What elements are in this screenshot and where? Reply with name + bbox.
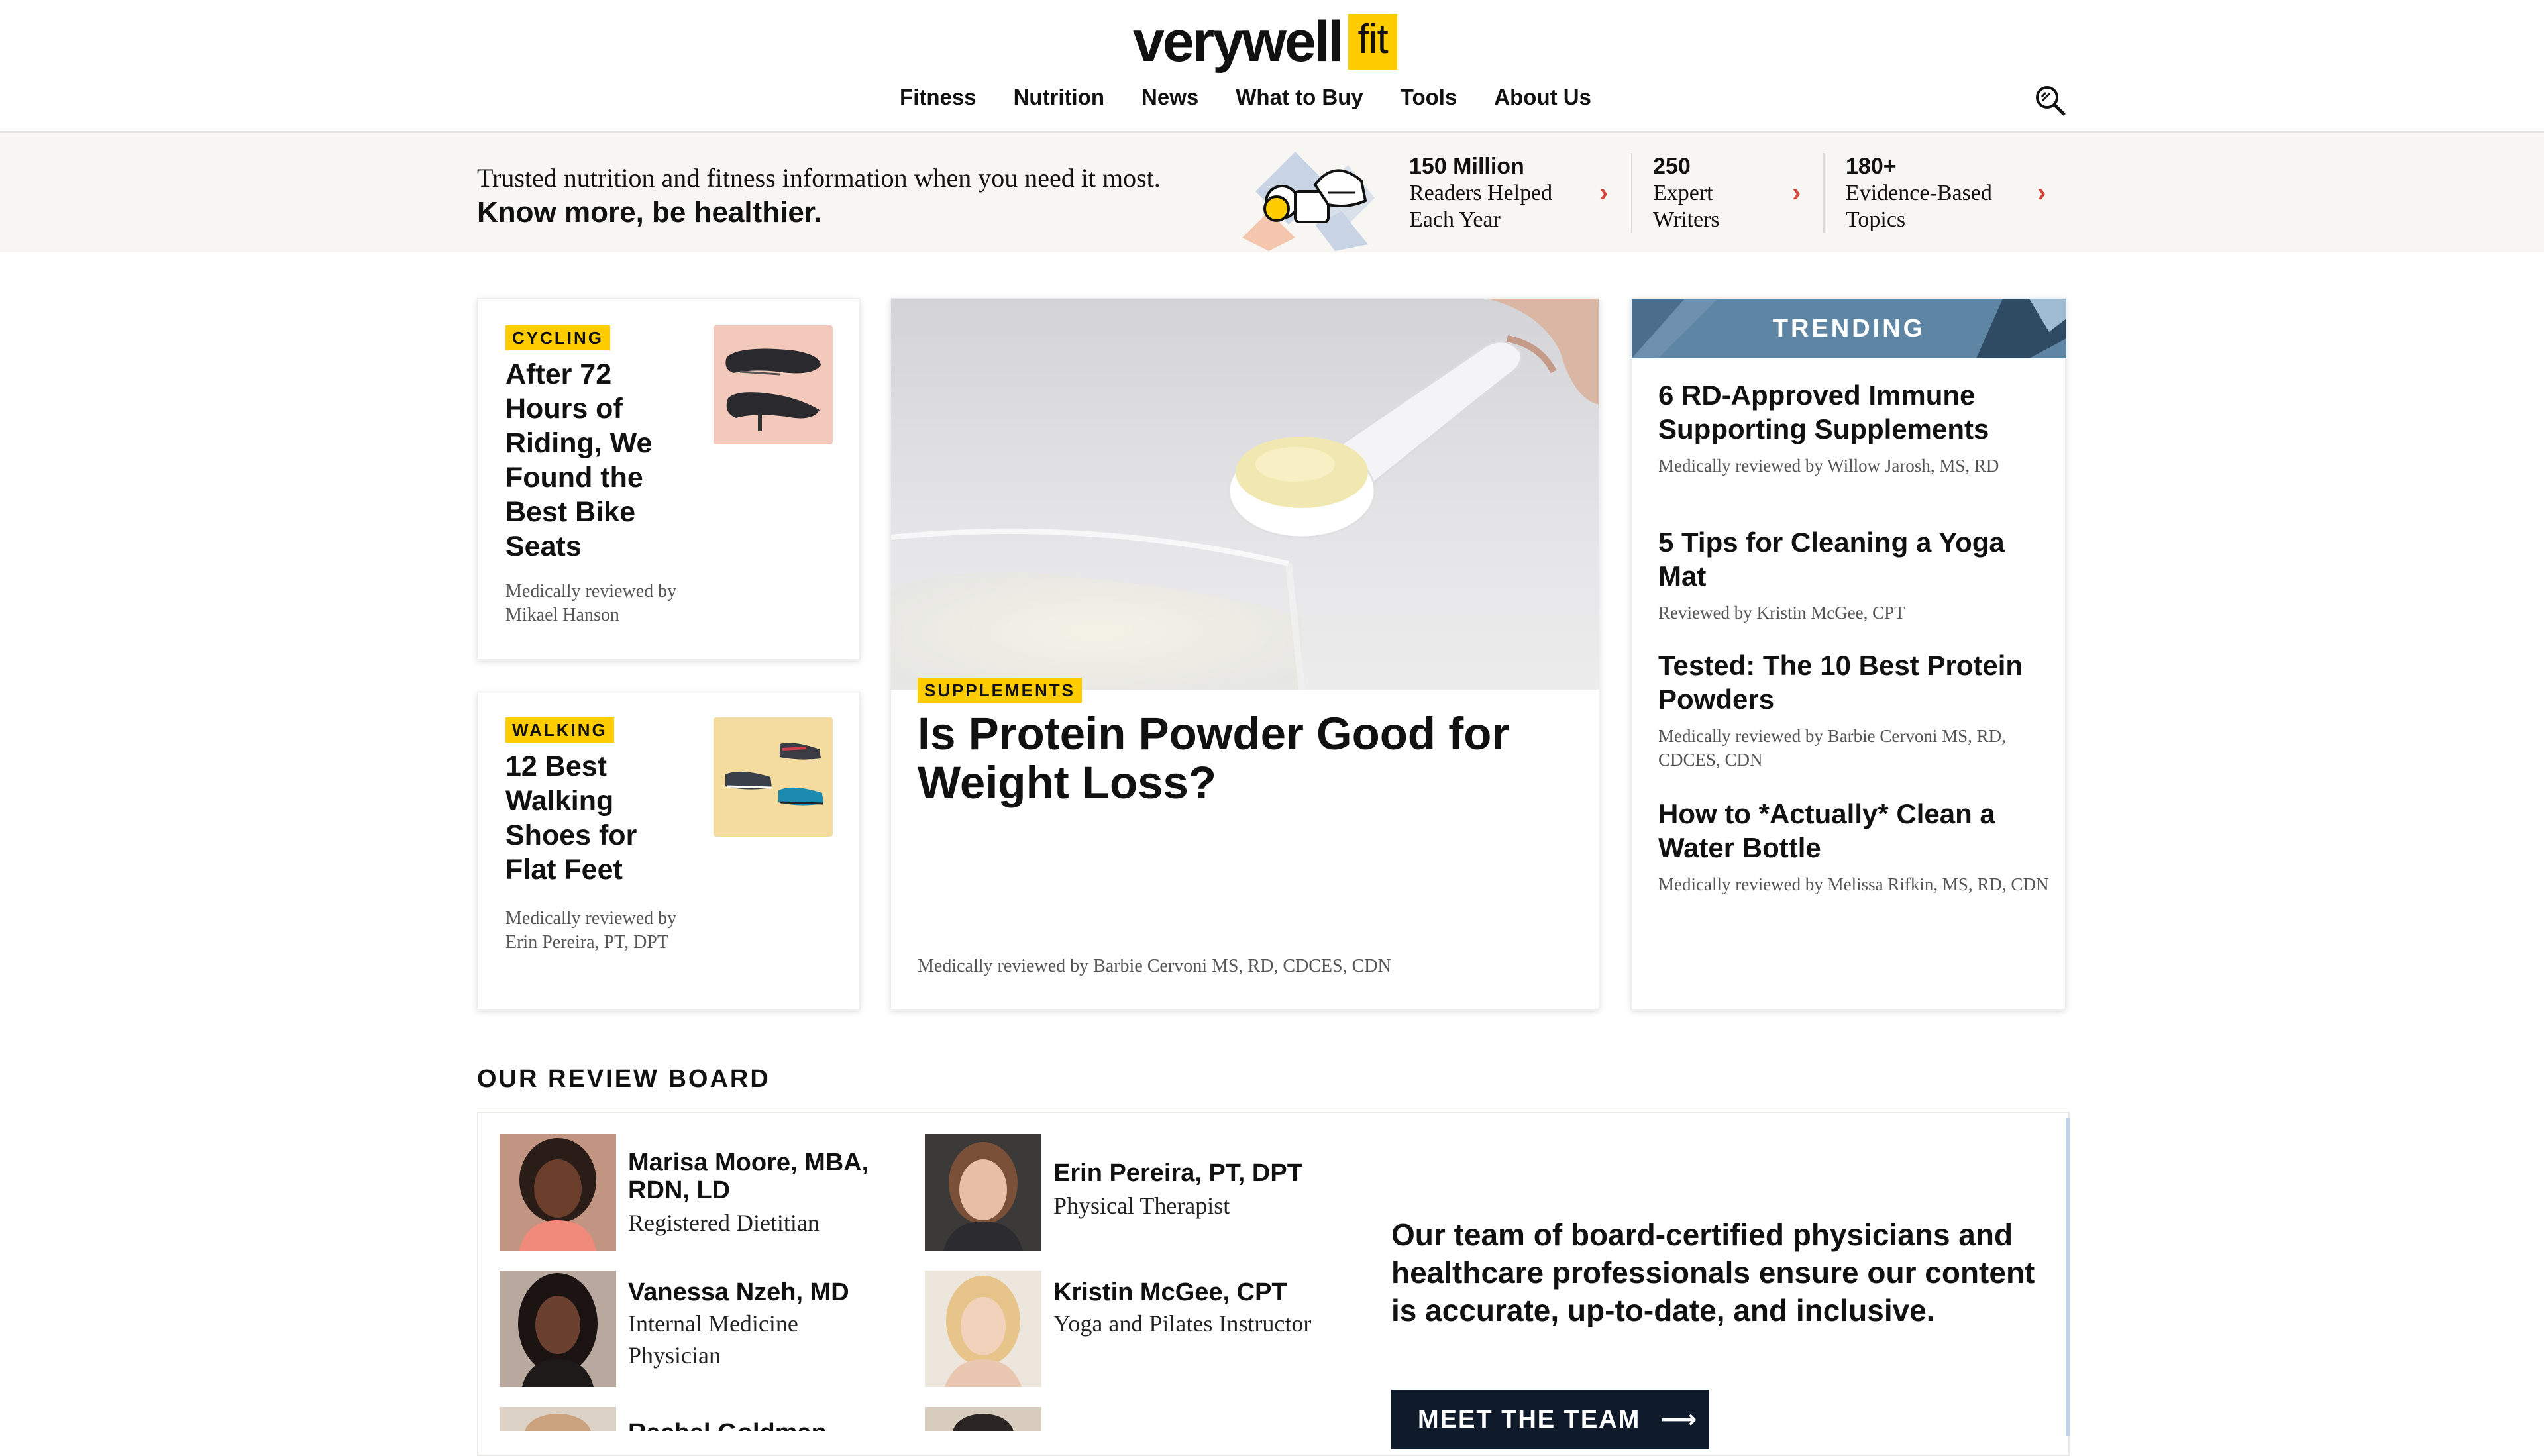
meet-the-team-button[interactable]: MEET THE TEAM ⟶ — [1391, 1390, 1709, 1449]
trending-item[interactable]: 5 Tips for Cleaning a Yoga Mat Reviewed … — [1658, 525, 2049, 625]
stat-divider — [1823, 153, 1825, 233]
featured-article-card[interactable]: SUPPLEMENTS Is Protein Powder Good for W… — [890, 298, 1599, 1010]
article-byline: Medically reviewed by Barbie Cervoni MS,… — [918, 956, 1391, 976]
chevron-right-icon[interactable]: › — [1599, 178, 1608, 208]
trending-item-byline: Reviewed by Kristin McGee, CPT — [1658, 603, 1905, 623]
fitness-illustration-icon — [1242, 152, 1375, 251]
person-photo-icon — [500, 1134, 616, 1251]
board-member-role: Internal Medicine Physician — [628, 1310, 798, 1369]
stat-readers[interactable]: 150 Million Readers Helped Each Year — [1409, 153, 1552, 238]
review-board-accent — [2066, 1118, 2070, 1436]
stat-topics-label-1: Evidence-Based — [1846, 181, 1992, 205]
article-title[interactable]: 12 Best Walking Shoes for Flat Feet — [505, 749, 684, 887]
avatar[interactable] — [500, 1134, 616, 1251]
nav-about-us[interactable]: About Us — [1494, 85, 1591, 110]
walking-shoes-image[interactable] — [714, 717, 833, 837]
board-member-role: Registered Dietitian — [628, 1210, 820, 1236]
board-member[interactable]: Vanessa Nzeh, MD Internal Medicine Physi… — [500, 1271, 910, 1387]
article-title[interactable]: After 72 Hours of Riding, We Found the B… — [505, 357, 684, 564]
board-member-name[interactable]: Erin Pereira, PT, DPT — [1053, 1159, 1332, 1187]
person-photo-icon — [925, 1134, 1041, 1251]
stat-writers-label-2: Writers — [1653, 207, 1720, 232]
stat-topics[interactable]: 180+ Evidence-Based Topics — [1846, 153, 1992, 238]
arrow-right-icon: ⟶ — [1660, 1406, 1699, 1433]
category-tag[interactable]: WALKING — [505, 717, 614, 743]
trending-item[interactable]: How to *Actually* Clean a Water Bottle M… — [1658, 797, 2049, 896]
category-tag[interactable]: SUPPLEMENTS — [918, 678, 1083, 703]
banner-tagline: Trusted nutrition and fitness informatio… — [477, 161, 1161, 230]
site-header: verywell fit Fitness Nutrition News What… — [0, 0, 2544, 133]
board-member[interactable]: Kristin McGee, CPT Yoga and Pilates Inst… — [925, 1271, 1336, 1387]
board-member[interactable]: Marisa Moore, MBA, RDN, LD Registered Di… — [500, 1134, 910, 1251]
tagline-line-2: Know more, be healthier. — [477, 196, 822, 229]
board-member-name[interactable]: Marisa Moore, MBA, RDN, LD — [628, 1149, 906, 1204]
trending-label: TRENDING — [1772, 315, 1926, 342]
tagline-line-1: Trusted nutrition and fitness informatio… — [477, 163, 1161, 193]
sneaker-icon — [725, 743, 824, 806]
trending-item-title[interactable]: Tested: The 10 Best Protein Powders — [1658, 649, 2049, 716]
person-photo-icon — [925, 1271, 1041, 1387]
review-board-heading: OUR REVIEW BOARD — [477, 1065, 770, 1093]
trending-item[interactable]: 6 RD-Approved Immune Supporting Suppleme… — [1658, 378, 2049, 478]
logo-wordmark: verywell — [1133, 10, 1344, 74]
review-board-statement: Our team of board-certified physicians a… — [1391, 1218, 2035, 1327]
nav-nutrition[interactable]: Nutrition — [1014, 85, 1104, 110]
stat-readers-value: 150 Million — [1409, 154, 1524, 179]
board-member-role: Yoga and Pilates Instructor — [1053, 1310, 1312, 1337]
trending-item-byline: Medically reviewed by Willow Jarosh, MS,… — [1658, 456, 1999, 476]
board-member[interactable]: Rachel Goldman — [500, 1407, 910, 1431]
avatar[interactable] — [925, 1134, 1041, 1251]
article-card-walking[interactable]: WALKING 12 Best Walking Shoes for Flat F… — [477, 692, 860, 1010]
article-byline: Medically reviewed by Mikael Hanson — [505, 581, 677, 625]
protein-scoop-icon — [891, 299, 1599, 690]
trending-header: TRENDING — [1632, 299, 2066, 358]
trending-item-title[interactable]: How to *Actually* Clean a Water Bottle — [1658, 797, 2049, 864]
featured-article-title[interactable]: Is Protein Powder Good for Weight Loss? — [918, 709, 1567, 807]
trending-panel: TRENDING 6 RD-Approved Immune Supporting… — [1631, 298, 2066, 1010]
article-card-cycling[interactable]: CYCLING After 72 Hours of Riding, We Fou… — [477, 298, 860, 660]
stat-topics-value: 180+ — [1846, 154, 1897, 179]
board-member-name[interactable]: Vanessa Nzeh, MD — [628, 1278, 906, 1306]
trending-item-title[interactable]: 5 Tips for Cleaning a Yoga Mat — [1658, 525, 2049, 593]
nav-news[interactable]: News — [1141, 85, 1198, 110]
logo-fit-badge: fit — [1348, 14, 1397, 70]
board-member-name[interactable]: Kristin McGee, CPT — [1053, 1278, 1332, 1306]
stat-topics-label-2: Topics — [1846, 207, 1906, 232]
trending-item-byline: Medically reviewed by Melissa Rifkin, MS… — [1658, 874, 2049, 894]
person-photo-icon — [500, 1407, 616, 1431]
person-photo-icon — [925, 1407, 1041, 1431]
board-member-name[interactable]: Rachel Goldman — [628, 1419, 906, 1431]
nav-tools[interactable]: Tools — [1401, 85, 1458, 110]
person-photo-icon — [500, 1271, 616, 1387]
stat-readers-label-2: Each Year — [1409, 207, 1501, 232]
avatar[interactable] — [925, 1407, 1041, 1431]
trending-item-title[interactable]: 6 RD-Approved Immune Supporting Suppleme… — [1658, 378, 2049, 446]
stat-divider — [1631, 153, 1632, 233]
nav-what-to-buy[interactable]: What to Buy — [1236, 85, 1363, 110]
chevron-right-icon[interactable]: › — [1792, 178, 1801, 208]
stat-readers-label-1: Readers Helped — [1409, 181, 1553, 205]
search-icon[interactable] — [2033, 83, 2067, 118]
avatar[interactable] — [500, 1407, 616, 1431]
meet-the-team-label: MEET THE TEAM — [1418, 1406, 1641, 1433]
trending-item-byline: Medically reviewed by Barbie Cervoni MS,… — [1658, 726, 2006, 770]
bike-seat-icon — [725, 348, 821, 431]
trending-item[interactable]: Tested: The 10 Best Protein Powders Medi… — [1658, 649, 2049, 772]
trust-banner: Trusted nutrition and fitness informatio… — [0, 133, 2544, 252]
category-tag[interactable]: CYCLING — [505, 325, 610, 350]
avatar[interactable] — [500, 1271, 616, 1387]
bike-seat-image[interactable] — [714, 325, 833, 444]
article-byline: Medically reviewed by Erin Pereira, PT, … — [505, 908, 677, 953]
chevron-right-icon[interactable]: › — [2037, 178, 2046, 208]
avatar[interactable] — [925, 1271, 1041, 1387]
protein-powder-image[interactable] — [891, 299, 1599, 690]
stat-writers[interactable]: 250 Expert Writers — [1653, 153, 1720, 238]
stat-writers-label-1: Expert — [1653, 181, 1713, 205]
board-member-role: Physical Therapist — [1053, 1192, 1230, 1219]
board-member[interactable]: Erin Pereira, PT, DPT Physical Therapist — [925, 1134, 1336, 1251]
site-logo[interactable]: verywell fit — [1133, 12, 1397, 72]
stat-writers-value: 250 — [1653, 154, 1691, 179]
main-nav: Fitness Nutrition News What to Buy Tools… — [0, 85, 2544, 110]
nav-fitness[interactable]: Fitness — [900, 85, 977, 110]
